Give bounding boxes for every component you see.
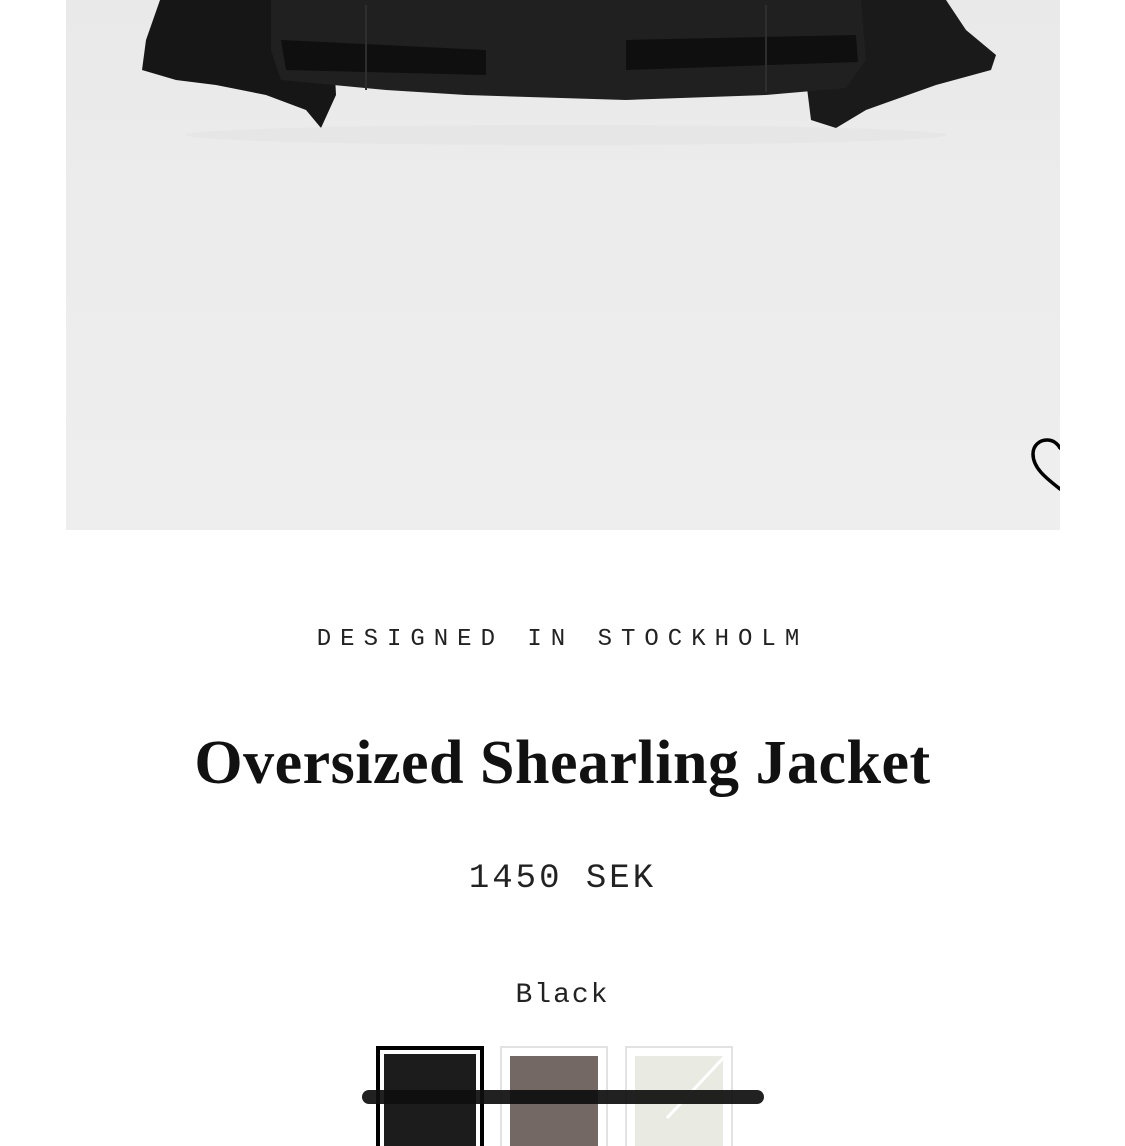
selected-color-label: Black — [515, 980, 610, 1011]
product-price: 1450 SEK — [468, 860, 657, 898]
favorite-button[interactable] — [1028, 436, 1060, 494]
product-title: Oversized Shearling Jacket — [194, 729, 931, 797]
heart-icon — [1031, 438, 1060, 491]
product-image[interactable] — [66, 0, 1060, 530]
brand-tagline: DESIGNED IN STOCKHOLM — [316, 626, 809, 653]
jacket-photo — [142, 0, 996, 145]
horizontal-scrollbar[interactable] — [362, 1090, 764, 1104]
